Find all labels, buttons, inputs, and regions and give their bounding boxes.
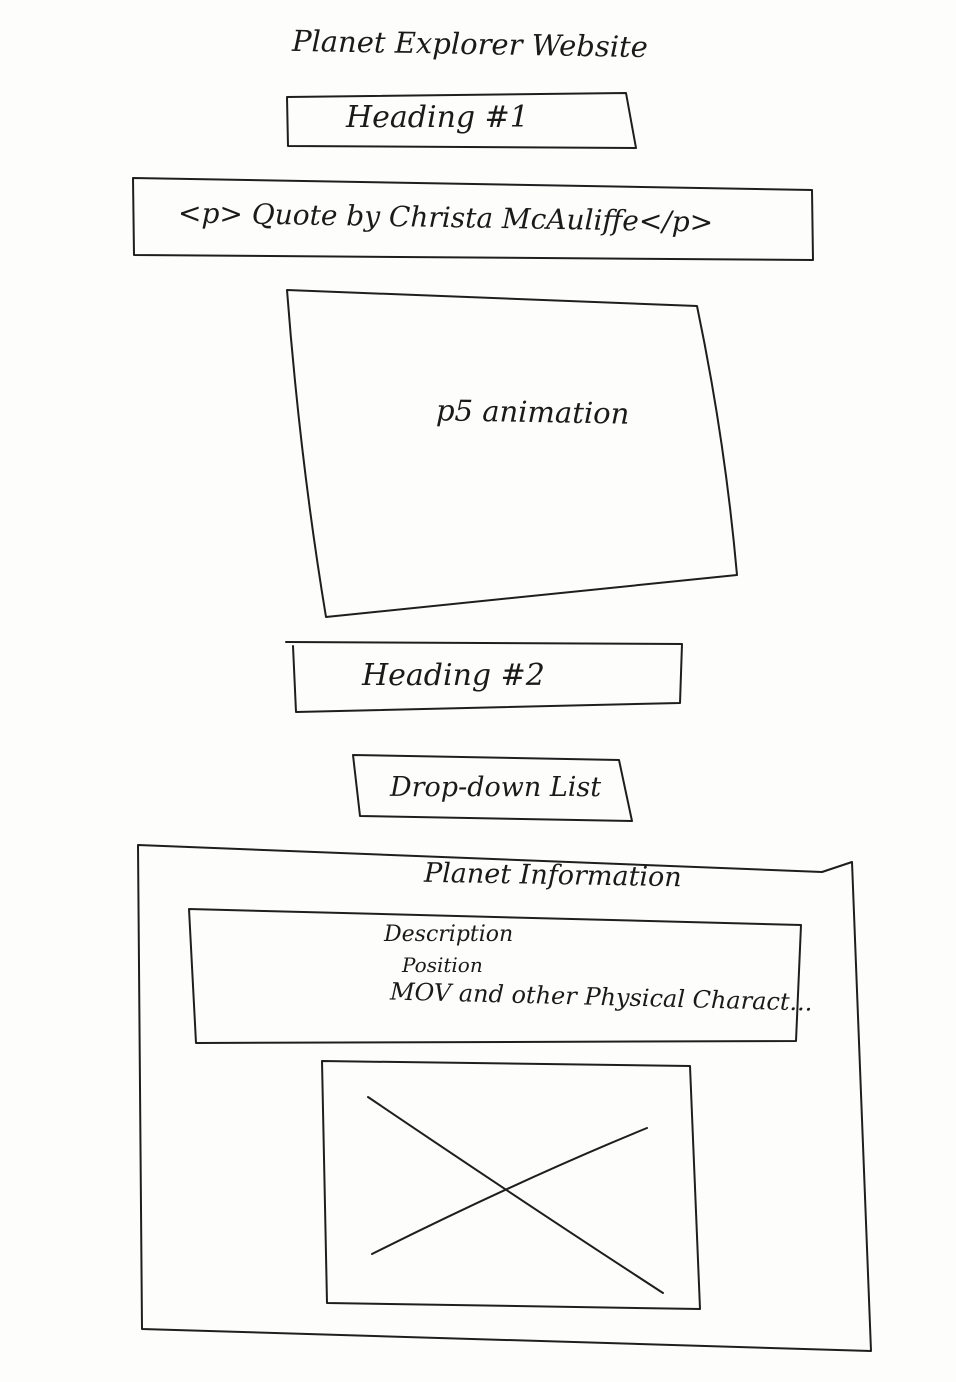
page-title: Planet Explorer Website (291, 23, 649, 65)
image-placeholder-box (321, 1060, 701, 1310)
image-placeholder-cross (367, 1096, 664, 1294)
dropdown-label: Drop-down List (390, 772, 602, 803)
heading-2-label: Heading #2 (362, 658, 545, 693)
planet-info-box (137, 844, 872, 1352)
animation-label: p5 animation (435, 393, 630, 431)
description-label: Description (384, 922, 514, 947)
position-label: Position (402, 953, 483, 977)
animation-box (286, 289, 738, 618)
planet-info-title: Planet Information (423, 857, 683, 894)
heading-1-label: Heading #1 (346, 100, 529, 135)
